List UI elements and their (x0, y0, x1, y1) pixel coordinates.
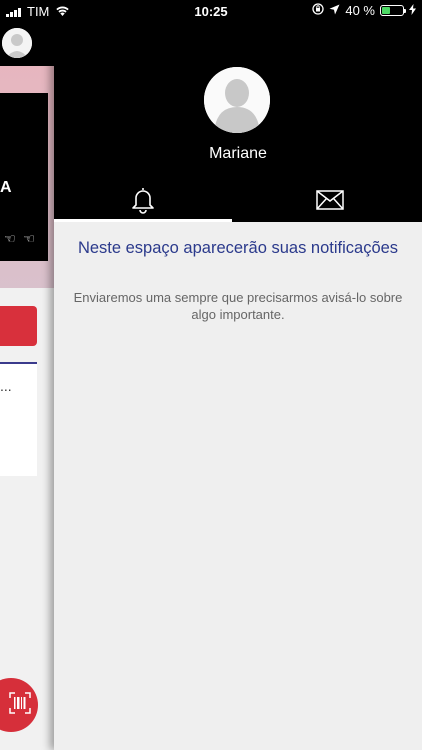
empty-notifications-message: Enviaremos uma sempre que precisarmos av… (73, 290, 403, 322)
profile-name: Mariane (209, 145, 267, 162)
charging-bolt-icon (409, 3, 416, 18)
orientation-lock-icon (312, 3, 325, 18)
location-arrow-icon (329, 3, 340, 18)
status-bar: TIM 10:25 40 % (0, 0, 422, 22)
background-box-text: ... (0, 378, 12, 394)
background-red-button[interactable] (0, 306, 37, 346)
battery-percent: 40 % (345, 3, 375, 18)
background-screen: A ☜ ☜ ... (0, 0, 54, 750)
pointing-hand-icon: ☜ ☜ (4, 231, 37, 246)
background-info-box[interactable]: ... (0, 362, 37, 476)
tab-notifications[interactable] (54, 182, 232, 222)
profile-avatar[interactable] (204, 67, 270, 133)
bell-icon (131, 186, 155, 219)
empty-notifications-title: Neste espaço aparecerão suas notificaçõe… (77, 239, 399, 257)
background-promo-card[interactable]: A ☜ ☜ (0, 93, 48, 261)
barcode-icon (9, 691, 31, 719)
tab-messages[interactable] (238, 182, 422, 222)
envelope-icon (316, 189, 344, 215)
background-card-text: A (0, 179, 12, 196)
drawer-header: Mariane (54, 0, 422, 222)
background-avatar[interactable] (2, 28, 32, 58)
battery-icon (380, 5, 406, 16)
notifications-drawer: Mariane Neste espaço aparecerão suas not… (54, 0, 422, 750)
active-tab-indicator (54, 219, 232, 222)
